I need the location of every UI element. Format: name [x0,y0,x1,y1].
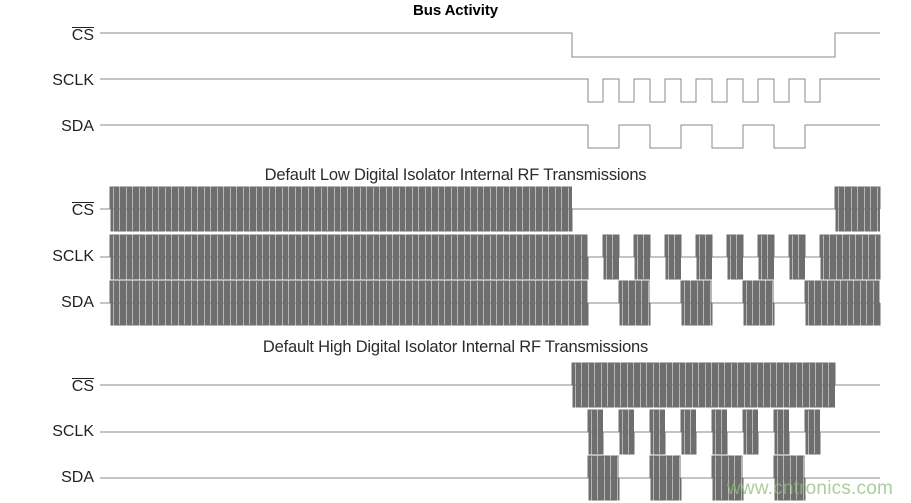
waveform-cs-default-low-rf-burst-0 [109,186,573,232]
waveform-sclk-default-low-rf-burst-8 [819,234,881,280]
waveform-sda-default-low-rf-burst-4 [804,280,881,326]
waveform-sclk-bus [100,78,880,103]
waveform-sclk-default-high-rf-burst-0 [587,409,604,455]
waveform-sclk-default-low-rf-burst-6 [757,234,775,280]
waveform-cs-default-high-rf-burst-0 [571,362,836,408]
waveform-sclk-default-low-rf-burst-0 [109,234,589,280]
waveform-sda-default-high-rf-burst-1 [649,455,682,501]
waveform-sclk-default-high-rf-burst-4 [711,409,728,455]
waveform-sda-default-low-rf-burst-2 [680,280,713,326]
waveform-sclk-default-low-rf-burst-4 [695,234,713,280]
waveform-sda-default-high-rf-burst-3 [773,455,806,501]
waveform-sda-default-high-rf-burst-2 [711,455,744,501]
waveform-sclk-default-high-rf-burst-7 [804,409,821,455]
waveform-sda-bus [100,124,880,149]
timing-diagram-figure: Bus Activity Default Low Digital Isolato… [0,0,911,503]
waveform-sclk-default-high-rf-burst-1 [618,409,635,455]
waveform-sda-default-low-rf-burst-1 [618,280,651,326]
waveform-sclk-default-low-rf-burst-5 [726,234,744,280]
waveform-sda-default-high-rf-burst-0 [587,455,620,501]
waveform-sclk-default-low-rf-burst-3 [664,234,682,280]
waveform-sclk-default-low-rf-burst-1 [602,234,620,280]
waveform-sclk-default-low-rf-burst-2 [633,234,651,280]
waveform-cs-bus [100,32,880,58]
waveform-cs-default-low-rf-burst-1 [834,186,881,232]
waveform-sclk-default-high-rf-burst-6 [773,409,790,455]
waveform-sda-default-low-rf-burst-3 [742,280,775,326]
waveform-canvas [100,32,881,501]
waveform-sda-default-low-rf-burst-0 [109,280,589,326]
waveform-sclk-default-high-rf-burst-5 [742,409,759,455]
waveform-sclk-default-high-rf-burst-2 [649,409,666,455]
waveform-sclk-default-high-rf-burst-3 [680,409,697,455]
waveform-sclk-default-low-rf-burst-7 [788,234,806,280]
